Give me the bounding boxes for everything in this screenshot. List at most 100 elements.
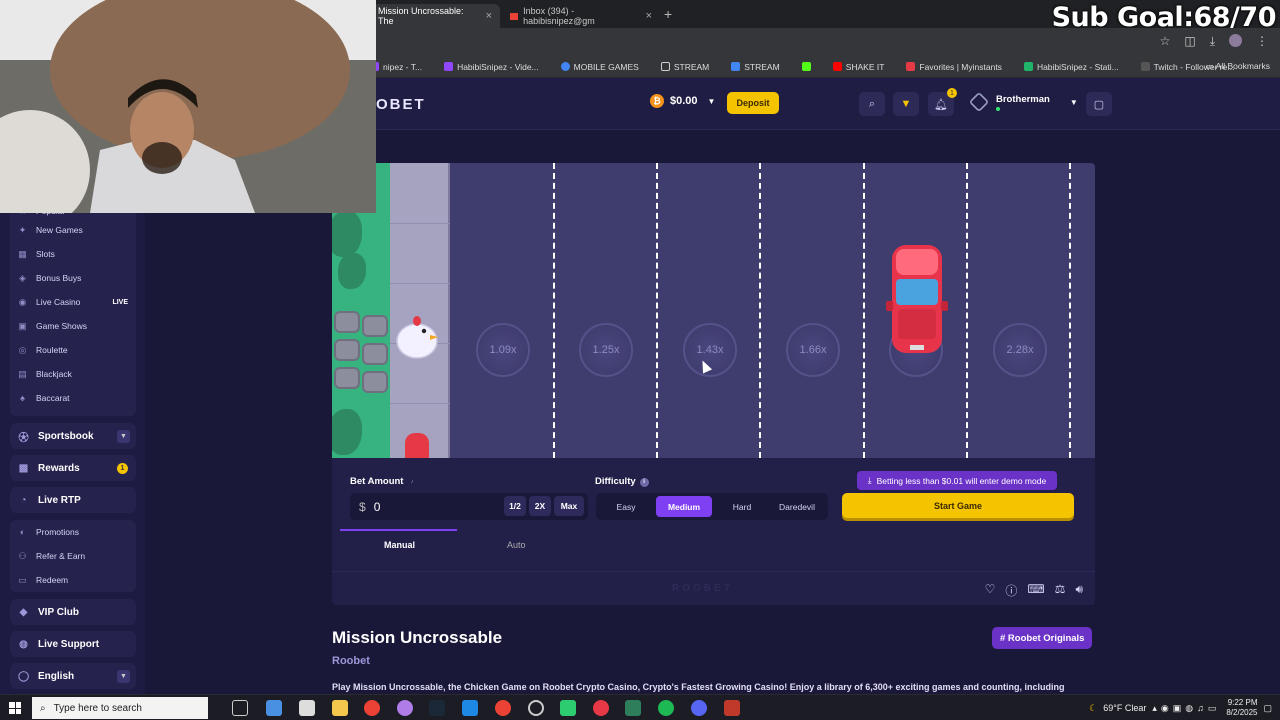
profile-icon[interactable] (1229, 34, 1242, 47)
heart-icon[interactable]: ♡ (985, 582, 996, 599)
bookmark-kick[interactable] (801, 62, 811, 71)
sidebar-item-game-shows[interactable]: ▣ Game Shows (10, 314, 136, 338)
tab-inbox[interactable]: Inbox (394) - habibisnipez@gm × (502, 4, 660, 28)
difficulty-hard[interactable]: Hard (718, 496, 766, 517)
new-tab-icon[interactable]: + (664, 6, 672, 22)
sidebar-item-slots[interactable]: ▦ Slots (10, 242, 136, 266)
search-button[interactable]: ⌕ (859, 92, 885, 116)
lane-multiplier[interactable]: 1.09x (476, 323, 530, 377)
notifications-button[interactable]: 🔔︎ 1 (928, 88, 957, 116)
sparkle-icon: ✦ (18, 224, 27, 235)
info-icon[interactable]: i (639, 478, 649, 487)
star-icon[interactable]: ☆ (1160, 34, 1171, 49)
chat-button[interactable]: ▢ (1086, 92, 1112, 116)
sidebar-item-sportsbook[interactable]: ⚽︎ Sportsbook ▼ (10, 423, 136, 449)
download-icon[interactable]: ⤓ (1210, 34, 1215, 49)
file-icon[interactable] (299, 700, 315, 716)
tab-auto[interactable]: Auto (507, 540, 526, 550)
sidebar-item-roulette[interactable]: ◎ Roulette (10, 338, 136, 362)
sidebar-item-live-rtp[interactable]: ◔ Live RTP (10, 487, 136, 513)
sidebar-item-live-casino[interactable]: ◉ Live Casino LIVE (10, 290, 136, 314)
taskbar-search[interactable]: ⌕ Type here to search (32, 697, 208, 719)
slot-machine-icon: ▦ (18, 248, 27, 259)
info-icon[interactable]: ♪ (407, 478, 416, 487)
sidebar-item-refer-earn[interactable]: ⚇ Refer & Earn (10, 544, 136, 568)
app-icon[interactable] (560, 700, 576, 716)
all-bookmarks[interactable]: ▭ All Bookmarks (1206, 61, 1270, 72)
chrome-icon[interactable] (495, 700, 511, 716)
deposit-button[interactable]: Deposit (727, 92, 779, 114)
notification-center-icon[interactable]: ▢ (1263, 703, 1272, 714)
windows-start-icon[interactable] (9, 702, 21, 714)
lane-multiplier[interactable]: 1.66x (786, 323, 840, 377)
tab-mission-uncrossable[interactable]: Mission Uncrossable: The × (370, 4, 500, 28)
weather[interactable]: 69°F Clear (1103, 703, 1146, 713)
lane-multiplier[interactable]: 2.28x (993, 323, 1047, 377)
chart-icon: ◔ (20, 494, 27, 506)
app-icon[interactable] (625, 700, 641, 716)
trophy-button[interactable]: ▼ (893, 92, 919, 116)
roobet-originals-tag[interactable]: # Roobet Originals (992, 627, 1093, 649)
card-icon: ▤ (18, 368, 27, 379)
close-icon[interactable]: × (646, 10, 652, 22)
steam-icon[interactable] (429, 700, 445, 716)
close-icon[interactable]: × (486, 10, 492, 22)
bookmark-4[interactable]: STREAM (731, 62, 780, 72)
info-icon[interactable]: ⓘ (1005, 582, 1017, 599)
discord-icon[interactable] (691, 700, 707, 716)
bookmark-folder-stream[interactable]: STREAM (660, 62, 709, 72)
extension-icon[interactable]: ◫ (1184, 34, 1195, 49)
search-icon: ⌕ (40, 702, 46, 714)
game-board[interactable]: 1.09x 1.25x 1.43x 1.66x 2.28x (332, 163, 1095, 458)
difficulty-daredevil[interactable]: Daredevil (770, 496, 824, 517)
bookmark-2[interactable]: MOBILE GAMES (560, 62, 639, 72)
sidebar-item-rewards[interactable]: ▩ Rewards 1 (10, 455, 136, 481)
language-selector[interactable]: ◯ English ▼ (10, 663, 136, 689)
half-bet-button[interactable]: 1/2 (504, 496, 526, 516)
game-provider[interactable]: Roobet (332, 655, 370, 667)
copilot-icon[interactable] (266, 700, 282, 716)
sidebar-item-baccarat[interactable]: ♠ Baccarat (10, 386, 136, 410)
bookmark-6[interactable]: SHAKE IT (832, 62, 884, 72)
task-view-icon[interactable] (232, 700, 248, 716)
difficulty-easy[interactable]: Easy (602, 496, 650, 517)
file-explorer-icon[interactable] (332, 700, 348, 716)
difficulty-medium[interactable]: Medium (656, 496, 712, 517)
chrome-icon[interactable] (364, 700, 380, 716)
clock[interactable]: 9:22 PM 8/2/2025 (1226, 698, 1257, 718)
sidebar-item-live-support[interactable]: ◍ Live Support (10, 631, 136, 657)
youtube-icon (832, 62, 842, 71)
lane-multiplier[interactable]: 1.25x (579, 323, 633, 377)
start-game-button[interactable]: Start Game (842, 493, 1074, 518)
menu-icon[interactable]: ⋮ (1256, 34, 1268, 49)
max-bet-button[interactable]: Max (554, 496, 584, 516)
chevron-down-icon[interactable]: ▼ (117, 669, 130, 683)
app-icon[interactable] (397, 700, 413, 716)
app-icon[interactable] (593, 700, 609, 716)
app-icon[interactable] (462, 700, 478, 716)
bet-amount-input[interactable] (373, 499, 494, 514)
bookmark-1[interactable]: HabibiSnipez - Vide... (444, 62, 539, 72)
bookmark-8[interactable]: HabibiSnipez - Stati... (1023, 62, 1119, 72)
scales-icon[interactable]: ⚖︎ (1055, 582, 1066, 599)
tray-icons[interactable]: ▴◉▣◍♫▭ (1152, 703, 1220, 714)
app-icon[interactable] (724, 700, 740, 716)
sidebar-item-new-games[interactable]: ✦ New Games (10, 218, 136, 242)
sidebar-item-vip-club[interactable]: ◆ VIP Club (10, 599, 136, 625)
spotify-icon[interactable] (658, 700, 674, 716)
sidebar-item-bonus-buys[interactable]: ◈ Bonus Buys (10, 266, 136, 290)
tab-manual[interactable]: Manual (384, 540, 415, 550)
site-logo[interactable]: OBET (376, 96, 426, 113)
sidebar-item-redeem[interactable]: ▭ Redeem (10, 568, 136, 592)
double-bet-button[interactable]: 2X (529, 496, 551, 516)
chevron-down-icon[interactable]: ▼ (117, 429, 130, 443)
sidebar-item-promotions[interactable]: ◐ Promotions (10, 520, 136, 544)
app-icon[interactable] (528, 700, 544, 716)
user-menu[interactable]: Brotherman ▼ (968, 91, 1078, 113)
keyboard-icon[interactable]: ⌨︎ (1027, 582, 1044, 599)
bookmark-7[interactable]: Favorites | Myinstants (906, 62, 1002, 72)
volume-icon[interactable]: 🔊︎ (1075, 582, 1083, 599)
bookmark-0[interactable]: nipez - T... (370, 62, 422, 72)
wallet-balance[interactable]: ₿ $0.00 ▼ (650, 94, 715, 108)
sidebar-item-blackjack[interactable]: ▤ Blackjack (10, 362, 136, 386)
